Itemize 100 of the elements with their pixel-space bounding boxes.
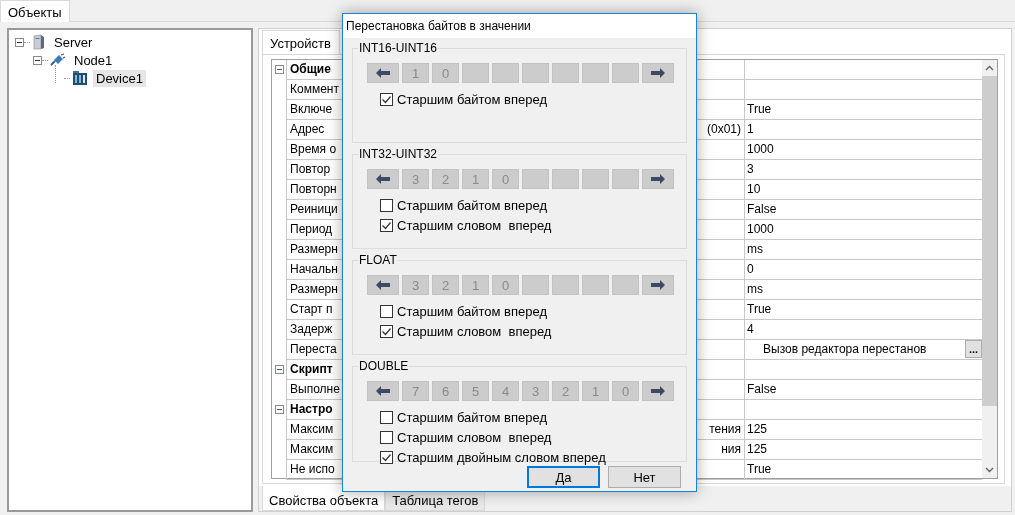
property-name: Задерж	[290, 322, 333, 337]
property-name: Максим	[290, 422, 334, 437]
checkbox-label[interactable]: Старшим словом вперед	[397, 217, 552, 233]
checkbox[interactable]	[380, 324, 393, 338]
checkbox[interactable]	[380, 92, 393, 106]
empty-byte-cell	[522, 169, 549, 189]
property-value: True	[747, 462, 772, 477]
move-left-button[interactable]	[367, 63, 399, 83]
property-value: ms	[747, 282, 763, 297]
checkbox-label[interactable]: Старшим байтом вперед	[397, 197, 548, 213]
property-name: Начальн	[290, 262, 338, 277]
move-right-button[interactable]	[642, 275, 674, 295]
move-left-button[interactable]	[367, 275, 399, 295]
device-icon	[72, 70, 88, 86]
empty-byte-cell	[582, 169, 609, 189]
left-arrow-icon	[375, 279, 391, 291]
property-name: Повтор	[290, 162, 331, 177]
property-name: Не испо	[290, 462, 335, 477]
move-left-button[interactable]	[367, 381, 399, 401]
empty-byte-cell	[552, 169, 579, 189]
checkbox[interactable]	[380, 430, 393, 444]
right-arrow-icon	[650, 173, 666, 185]
property-name: Старт п	[290, 302, 333, 317]
empty-byte-cell	[582, 275, 609, 295]
cancel-button[interactable]: Нет	[608, 466, 681, 488]
property-name: Время о	[290, 142, 337, 157]
empty-byte-cell	[552, 275, 579, 295]
checkbox[interactable]	[380, 410, 393, 424]
tree-item[interactable]: Server	[51, 33, 96, 51]
right-arrow-icon	[650, 279, 666, 291]
objects-tab[interactable]: Объекты	[0, 0, 70, 22]
collapse-icon[interactable]	[274, 405, 284, 415]
property-name: Повторн	[290, 182, 337, 197]
device-tab[interactable]: Устройств	[262, 29, 340, 54]
property-value: 10	[747, 182, 761, 197]
empty-byte-cell	[492, 63, 519, 83]
left-arrow-icon	[375, 385, 391, 397]
right-arrow-icon	[650, 385, 666, 397]
checkbox-label[interactable]: Старшим словом вперед	[397, 323, 552, 339]
property-value: 125	[747, 442, 768, 457]
bottom-tab[interactable]: Свойства объекта	[262, 486, 386, 511]
server-icon	[32, 34, 46, 50]
left-arrow-icon	[375, 173, 391, 185]
empty-byte-cell	[612, 169, 639, 189]
checkbox[interactable]	[380, 198, 393, 212]
empty-byte-cell	[612, 275, 639, 295]
property-value: 4	[747, 322, 754, 337]
property-value: 1	[747, 122, 754, 137]
property-value: True	[747, 302, 772, 317]
left-arrow-icon	[375, 67, 391, 79]
move-right-button[interactable]	[642, 63, 674, 83]
property-value: True	[747, 102, 772, 117]
move-left-button[interactable]	[367, 169, 399, 189]
move-right-button[interactable]	[642, 381, 674, 401]
browse-button[interactable]: ...	[965, 340, 982, 359]
checkbox-label[interactable]: Старшим словом вперед	[397, 429, 552, 445]
property-name: Период	[290, 222, 333, 237]
property-name: ния	[721, 442, 741, 457]
empty-byte-cell	[522, 275, 549, 295]
tree-item[interactable]: Node1	[71, 51, 116, 69]
property-name: Переста	[290, 342, 337, 357]
collapse-icon[interactable]	[274, 65, 284, 75]
empty-byte-cell	[612, 63, 639, 83]
property-name: тения	[709, 422, 741, 437]
checkbox[interactable]	[380, 304, 393, 318]
property-value: 1000	[747, 142, 774, 157]
checkbox-label[interactable]: Старшим байтом вперед	[397, 303, 548, 319]
ok-button[interactable]: Да	[527, 466, 600, 488]
scroll-thumb[interactable]	[982, 75, 997, 406]
collapse-icon[interactable]	[274, 365, 284, 375]
property-name: Включе	[290, 102, 333, 117]
empty-byte-cell	[582, 63, 609, 83]
property-name: Размерн	[290, 282, 338, 297]
checkbox[interactable]	[380, 218, 393, 232]
right-arrow-icon	[650, 67, 666, 79]
property-value: Вызов редактора перестанов	[763, 342, 928, 357]
property-name: (0x01)	[707, 122, 741, 137]
property-name: Скрипт	[290, 362, 333, 377]
property-name: Реиници	[290, 202, 338, 217]
empty-byte-cell	[462, 63, 489, 83]
property-value: 125	[747, 422, 768, 437]
checkbox-label[interactable]: Старшим байтом вперед	[397, 409, 548, 425]
property-value: False	[747, 202, 777, 217]
property-name: Общие	[290, 62, 331, 77]
collapse-icon[interactable]	[15, 37, 24, 47]
tree-item[interactable]: Device1	[93, 69, 146, 87]
property-name: Настро	[290, 402, 333, 417]
property-name: Коммент	[290, 82, 339, 97]
empty-byte-cell	[552, 63, 579, 83]
property-name: Максим	[290, 442, 334, 457]
property-value: False	[747, 382, 777, 397]
checkbox[interactable]	[380, 450, 393, 464]
scrollbar[interactable]	[982, 59, 997, 478]
checkbox-label[interactable]: Старшим байтом вперед	[397, 91, 548, 107]
property-name: Выполне	[290, 382, 340, 397]
checkbox-label[interactable]: Старшим двойным словом вперед	[397, 449, 606, 465]
collapse-icon[interactable]	[33, 55, 42, 65]
property-value: ms	[747, 242, 763, 257]
property-value: 3	[747, 162, 754, 177]
move-right-button[interactable]	[642, 169, 674, 189]
